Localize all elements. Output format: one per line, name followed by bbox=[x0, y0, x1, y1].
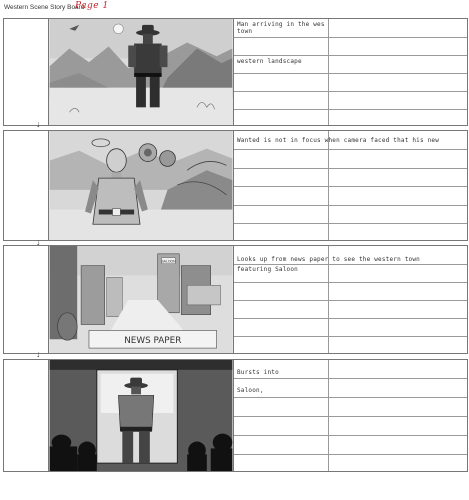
panel-3-sketch: SALOON NEWS PAPER bbox=[48, 246, 234, 353]
panel-1-note-line-1: Man arriving in the wes bbox=[237, 21, 325, 28]
panel-3-notes: Looks up from news paper to see the west… bbox=[234, 246, 467, 353]
storyboard-row-4: Bursts into Saloon, bbox=[3, 359, 468, 472]
panel-1-note-line-2: town bbox=[237, 28, 253, 35]
page-number-tag: Page 1 bbox=[75, 1, 109, 11]
saloon-entrance-sketch bbox=[49, 360, 233, 471]
storyboard-row-1: Man arriving in the wes town western lan… bbox=[3, 18, 468, 126]
panel-4-note-line-2: Saloon, bbox=[237, 387, 264, 394]
panel-1-notes: Man arriving in the wes town western lan… bbox=[234, 19, 467, 125]
panel-4-notes: Bursts into Saloon, bbox=[234, 360, 467, 471]
panel-3-note-line-1: Looks up from news paper to see the west… bbox=[237, 256, 420, 263]
saloon-sign-text: SALOON bbox=[161, 260, 176, 264]
wanted-man-sketch bbox=[49, 131, 233, 240]
storyboard-row-3: SALOON NEWS PAPER Looks up from news pap… bbox=[3, 245, 468, 354]
panel-4-note-line-1: Bursts into bbox=[237, 369, 279, 376]
panel-4-sketch bbox=[48, 360, 234, 471]
cowboy-landscape-sketch bbox=[49, 19, 233, 125]
panel-2-notes: Wanted is not in focus when camera faced… bbox=[234, 131, 467, 240]
panel-2-note-line-1: Wanted is not in focus when camera faced… bbox=[237, 137, 440, 144]
page-title: Western Scene Story Board bbox=[4, 4, 85, 11]
storyboard-row-2: Wanted is not in focus when camera faced… bbox=[3, 130, 468, 241]
down-arrow-icon: ↓ bbox=[36, 119, 41, 129]
panel-2-sketch bbox=[48, 131, 234, 240]
panel-1-sketch bbox=[48, 19, 234, 125]
panel-3-note-line-2: featuring Saloon bbox=[237, 266, 298, 273]
down-arrow-icon: ↓ bbox=[36, 349, 41, 359]
panel-1-note-line-3: western landscape bbox=[237, 58, 302, 65]
newspaper-text: NEWS PAPER bbox=[124, 336, 181, 346]
western-town-sketch: SALOON NEWS PAPER bbox=[49, 246, 233, 353]
